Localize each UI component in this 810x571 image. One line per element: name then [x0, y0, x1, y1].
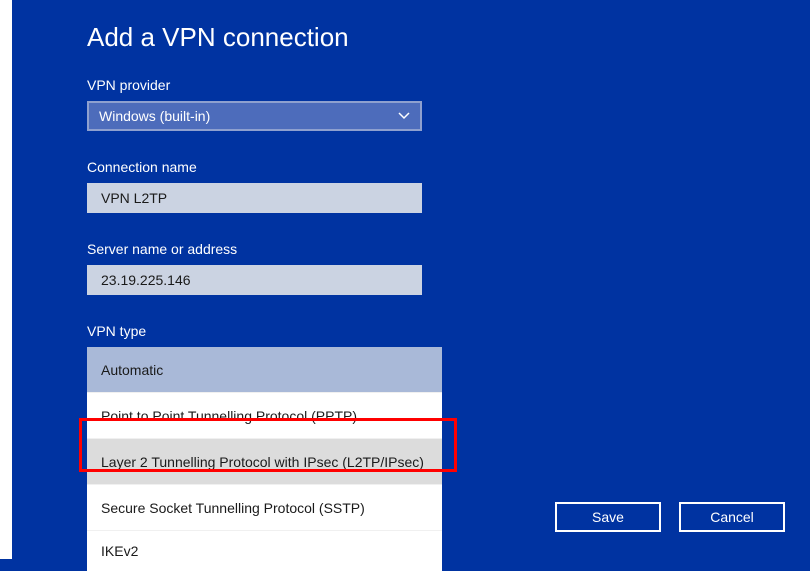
- chevron-down-icon: [398, 110, 410, 122]
- vpn-provider-dropdown[interactable]: Windows (built-in): [87, 101, 422, 131]
- connection-name-group: Connection name: [87, 159, 457, 213]
- cancel-button[interactable]: Cancel: [679, 502, 785, 532]
- page-title: Add a VPN connection: [87, 22, 457, 53]
- vpn-provider-value: Windows (built-in): [99, 108, 210, 124]
- server-address-input[interactable]: [87, 265, 422, 295]
- vpn-type-option-l2tp[interactable]: Layer 2 Tunnelling Protocol with IPsec (…: [87, 439, 442, 485]
- vpn-settings-form: Add a VPN connection VPN provider Window…: [87, 22, 457, 571]
- vpn-type-option-ikev2[interactable]: IKEv2: [87, 531, 442, 571]
- vpn-type-group: VPN type Automatic Point to Point Tunnel…: [87, 323, 457, 571]
- save-button[interactable]: Save: [555, 502, 661, 532]
- vpn-type-label: VPN type: [87, 323, 457, 339]
- connection-name-input[interactable]: [87, 183, 422, 213]
- vpn-provider-label: VPN provider: [87, 77, 457, 93]
- vpn-type-option-pptp[interactable]: Point to Point Tunnelling Protocol (PPTP…: [87, 393, 442, 439]
- vpn-type-option-automatic[interactable]: Automatic: [87, 347, 442, 393]
- dialog-buttons: Save Cancel: [555, 502, 785, 532]
- connection-name-label: Connection name: [87, 159, 457, 175]
- left-edge-strip: [0, 0, 12, 559]
- server-address-label: Server name or address: [87, 241, 457, 257]
- server-address-group: Server name or address: [87, 241, 457, 295]
- vpn-provider-group: VPN provider Windows (built-in): [87, 77, 457, 131]
- vpn-type-dropdown-list[interactable]: Automatic Point to Point Tunnelling Prot…: [87, 347, 442, 571]
- vpn-type-option-sstp[interactable]: Secure Socket Tunnelling Protocol (SSTP): [87, 485, 442, 531]
